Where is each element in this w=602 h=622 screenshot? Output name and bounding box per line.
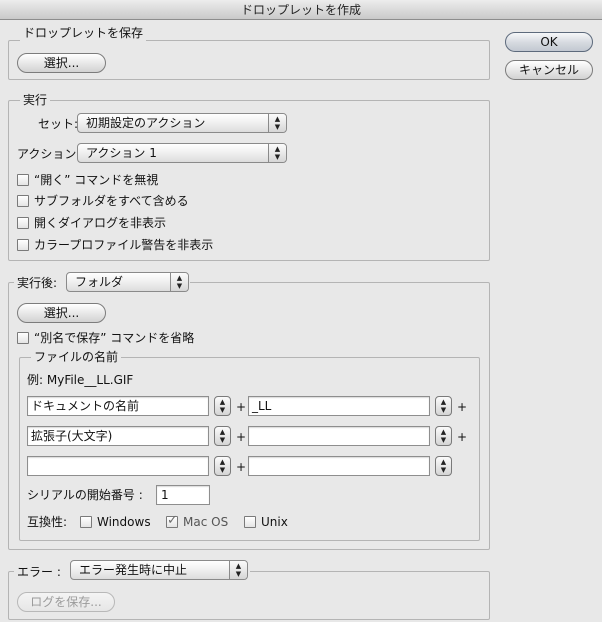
window-title: ドロップレットを作成 xyxy=(0,0,602,20)
up-down-arrows-icon[interactable]: ▲ ▼ xyxy=(214,426,231,446)
suppress-open-dialog-checkbox[interactable] xyxy=(17,217,29,229)
up-down-arrows-icon: ▲ ▼ xyxy=(170,273,188,291)
naming-field-2[interactable]: _LL xyxy=(248,396,430,416)
serial-label: シリアルの開始番号 : xyxy=(27,488,143,502)
override-save-as-label: “別名で保存” コマンドを省略 xyxy=(34,331,195,345)
up-down-arrows-icon: ▲ ▼ xyxy=(268,114,286,132)
errors-label: エラー : xyxy=(17,565,61,579)
compat-macos-checkbox[interactable] xyxy=(166,513,178,529)
override-open-checkbox[interactable] xyxy=(17,174,29,186)
errors-select-value: エラー発生時に中止 xyxy=(79,563,188,577)
compat-windows-label: Windows xyxy=(97,515,151,529)
naming-field-6[interactable] xyxy=(248,456,430,476)
destination-select-value: フォルダ xyxy=(75,275,124,289)
compat-unix-row[interactable]: Unix xyxy=(244,514,288,530)
action-label: アクション: xyxy=(17,147,81,161)
override-save-as-checkbox[interactable] xyxy=(17,332,29,344)
plus-sign: + xyxy=(236,460,247,474)
set-select-value: 初期設定のアクション xyxy=(86,116,206,130)
up-down-arrows-icon: ▲ ▼ xyxy=(268,144,286,162)
droplet-choose-button[interactable]: 選択... xyxy=(17,53,106,73)
naming-field-5[interactable] xyxy=(27,456,209,476)
suppress-color-warning-checkbox[interactable] xyxy=(17,239,29,251)
ok-button[interactable]: OK xyxy=(505,32,593,52)
compat-windows-row[interactable]: Windows xyxy=(80,514,151,530)
action-select-value: アクション 1 xyxy=(86,146,157,160)
errors-select[interactable]: エラー発生時に中止 ▲ ▼ xyxy=(70,560,248,580)
set-label: セット: xyxy=(38,117,79,131)
override-open-label: “開く” コマンドを無視 xyxy=(34,173,159,187)
save-log-button[interactable]: ログを保存... xyxy=(17,592,115,612)
file-naming-legend: ファイルの名前 xyxy=(31,349,122,365)
include-subfolders-checkbox[interactable] xyxy=(17,195,29,207)
suppress-color-warning-label: カラープロファイル警告を非表示 xyxy=(34,238,214,252)
compat-macos-label: Mac OS xyxy=(183,515,229,529)
up-down-arrows-icon[interactable]: ▲ ▼ xyxy=(435,396,452,416)
plus-sign: + xyxy=(236,430,247,444)
up-down-arrows-icon[interactable]: ▲ ▼ xyxy=(435,426,452,446)
suppress-color-warning-checkbox-row[interactable]: カラープロファイル警告を非表示 xyxy=(17,237,213,253)
destination-label: 実行後: xyxy=(17,276,58,290)
include-subfolders-label: サブフォルダをすべて含める xyxy=(34,194,189,208)
action-select[interactable]: アクション 1 ▲ ▼ xyxy=(77,143,287,163)
compat-windows-checkbox[interactable] xyxy=(80,516,92,528)
compat-unix-label: Unix xyxy=(261,515,288,529)
compat-macos-row[interactable]: Mac OS xyxy=(166,513,229,530)
destination-select[interactable]: フォルダ ▲ ▼ xyxy=(66,272,189,292)
include-subfolders-checkbox-row[interactable]: サブフォルダをすべて含める xyxy=(17,193,189,209)
plus-sign: + xyxy=(457,430,468,444)
naming-field-4[interactable] xyxy=(248,426,430,446)
plus-sign: + xyxy=(457,400,468,414)
compat-label: 互換性: xyxy=(27,515,68,529)
up-down-arrows-icon[interactable]: ▲ ▼ xyxy=(214,396,231,416)
cancel-button[interactable]: キャンセル xyxy=(505,60,593,80)
suppress-open-dialog-checkbox-row[interactable]: 開くダイアログを非表示 xyxy=(17,215,166,231)
suppress-open-dialog-label: 開くダイアログを非表示 xyxy=(34,216,167,230)
file-naming-example: 例: MyFile__LL.GIF xyxy=(27,373,134,387)
override-open-checkbox-row[interactable]: “開く” コマンドを無視 xyxy=(17,172,158,188)
play-legend: 実行 xyxy=(20,92,51,108)
plus-sign: + xyxy=(236,400,247,414)
serial-input[interactable]: 1 xyxy=(156,485,210,505)
save-droplet-legend: ドロップレットを保存 xyxy=(20,25,147,41)
naming-field-3[interactable]: 拡張子(大文字) xyxy=(27,426,209,446)
naming-field-1[interactable]: ドキュメントの名前 xyxy=(27,396,209,416)
up-down-arrows-icon[interactable]: ▲ ▼ xyxy=(214,456,231,476)
destination-choose-button[interactable]: 選択... xyxy=(17,303,106,323)
compat-unix-checkbox[interactable] xyxy=(244,516,256,528)
override-save-as-checkbox-row[interactable]: “別名で保存” コマンドを省略 xyxy=(17,330,194,346)
set-select[interactable]: 初期設定のアクション ▲ ▼ xyxy=(77,113,287,133)
up-down-arrows-icon[interactable]: ▲ ▼ xyxy=(435,456,452,476)
up-down-arrows-icon: ▲ ▼ xyxy=(229,561,247,579)
